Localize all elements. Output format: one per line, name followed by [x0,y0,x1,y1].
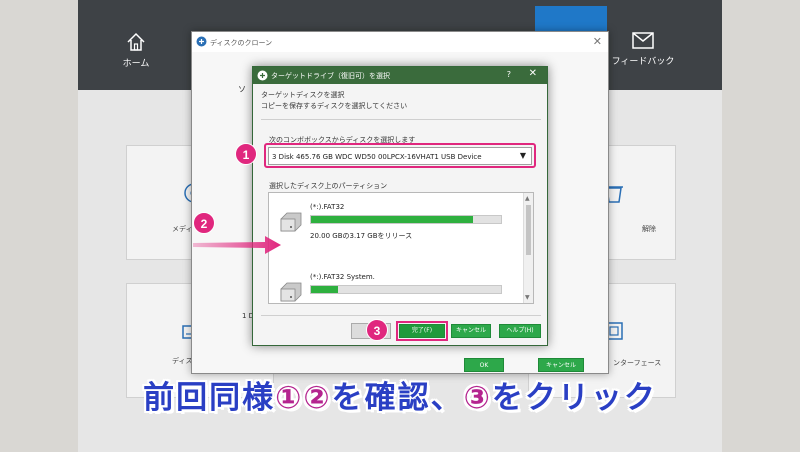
scroll-down-icon[interactable]: ▼ [525,294,530,301]
partition-info: 20.00 GBの3.17 GBをリリース [310,232,413,240]
caption-part1: 前回同様 [143,380,276,416]
finish-button[interactable]: 完了(F) [396,321,448,341]
nav-feedback-label: フィードバック [611,57,675,67]
clone-cancel-button[interactable]: キャンセル [538,358,584,372]
scrollbar[interactable]: ▲ ▼ [523,193,533,303]
caption: 前回同様①②を確認、③をクリック [0,372,800,417]
step-badge-1: 1 [235,143,257,165]
bg-card-unlock-label: 解除 [642,225,656,233]
mail-icon [632,32,654,49]
help-button[interactable]: ヘルプ(H) [499,324,541,338]
caption-circle-1: ① [275,380,304,416]
home-icon [127,32,145,51]
partition-list[interactable]: (*:).FAT32 20.00 GBの3.17 GBをリリース (*:).FA… [268,192,534,304]
divider [261,315,541,316]
app-logo-icon [196,36,207,47]
drive-icon [280,282,302,302]
cancel-button[interactable]: キャンセル [451,324,491,338]
caption-part3: をクリック [491,380,657,416]
nav-feedback[interactable]: フィードバック [603,32,683,67]
target-dialog-title: ターゲットドライブ（復旧可）を選択 [271,72,390,80]
partition-usage-fill [311,286,338,293]
partition-name: (*:).FAT32 [310,203,345,211]
scroll-up-icon[interactable]: ▲ [525,195,530,202]
clone-dialog-title: ディスクのクローン [210,39,273,47]
caption-part2: を確認、 [331,380,464,416]
bg-card-disk-label: ディス [172,357,193,365]
partition-usage-bar [310,285,502,294]
close-icon[interactable]: ✕ [529,68,537,79]
caption-circle-2: ② [303,380,332,416]
clone-ok-button[interactable]: OK [464,358,504,372]
partition-usage-fill [311,216,473,223]
close-icon[interactable]: ✕ [593,35,602,48]
app-logo-icon [257,70,268,81]
highlight-box [264,143,536,168]
target-instruction-text: コピーを保存するディスクを選択してください [261,102,408,110]
clone-source-label: ソ [238,85,246,94]
clone-titlebar: ディスクのクローン ✕ [192,32,608,52]
step-badge-3: 3 [366,319,388,341]
partition-usage-bar [310,215,502,224]
partition-list-label: 選択したディスク上のパーティション [269,182,388,190]
bg-card-media-label: メディ [172,225,193,233]
arrow-icon [193,236,281,254]
target-titlebar: ターゲットドライブ（復旧可）を選択 ? ✕ [253,67,547,84]
partition-row[interactable]: (*:).FAT32 System. [269,271,523,303]
scrollbar-thumb[interactable] [526,205,531,255]
target-instruction-heading: ターゲットディスクを選択 [261,91,345,99]
nav-home-label: ホーム [122,59,150,69]
caption-circle-3: ③ [463,380,492,416]
drive-icon [280,212,302,232]
partition-name: (*:).FAT32 System. [310,273,375,281]
help-icon[interactable]: ? [507,70,511,79]
nav-home[interactable]: ホーム [96,32,176,69]
divider [261,119,541,120]
partition-row[interactable]: (*:).FAT32 20.00 GBの3.17 GBをリリース [269,201,523,256]
step-badge-2: 2 [193,212,215,234]
target-drive-dialog: ターゲットドライブ（復旧可）を選択 ? ✕ ターゲットディスクを選択 コピーを保… [252,66,548,346]
bg-card-interface-label: ンターフェース [613,359,662,367]
